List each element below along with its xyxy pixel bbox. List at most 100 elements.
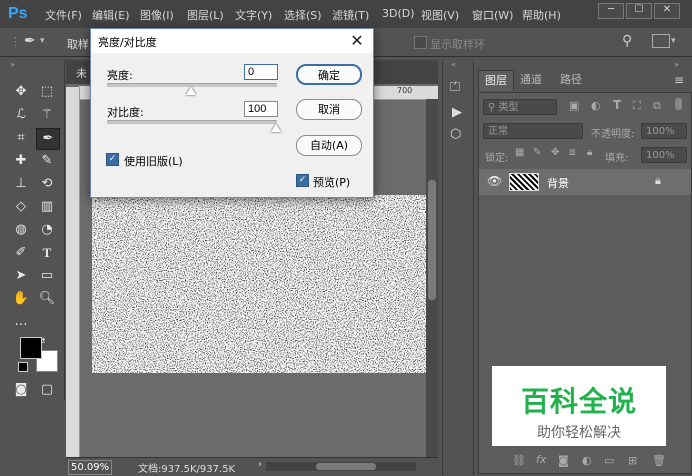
lock-transparent-icon[interactable]: ▦ bbox=[515, 147, 524, 158]
tool-preset-chevron-icon[interactable]: ▾ bbox=[40, 36, 45, 46]
collapse-layers-icon[interactable]: » bbox=[674, 60, 679, 69]
menu-layer[interactable]: 图层(L) bbox=[187, 7, 224, 23]
lock-position-icon[interactable]: ✥ bbox=[551, 147, 559, 158]
collapse-strip-icon[interactable]: « bbox=[451, 60, 456, 69]
preview-checkbox[interactable]: ✓ bbox=[296, 174, 309, 187]
path-selection-tool-icon[interactable]: ➤ bbox=[10, 266, 32, 286]
new-layer-icon[interactable]: ⊞ bbox=[628, 454, 637, 467]
menu-filter[interactable]: 滤镜(T) bbox=[332, 7, 369, 23]
contrast-slider-thumb[interactable] bbox=[271, 124, 281, 132]
preview-label[interactable]: 预览(P) bbox=[313, 174, 350, 190]
menu-type[interactable]: 文字(Y) bbox=[235, 7, 272, 23]
document-tab[interactable]: 未 bbox=[76, 65, 87, 81]
layer-kind-filter-select[interactable]: ⚲ 类型 bbox=[483, 99, 557, 115]
status-menu-arrow-icon[interactable]: › bbox=[258, 459, 262, 470]
restore-button[interactable]: ☐ bbox=[626, 3, 652, 19]
layer-row[interactable]: 👁︎ 背景 🔒︎ bbox=[479, 169, 691, 195]
fill-field[interactable]: 100% bbox=[641, 147, 687, 163]
history-panel-icon[interactable]: ⏍ bbox=[450, 80, 460, 95]
search-icon[interactable]: ⚲ bbox=[622, 33, 632, 49]
contrast-input[interactable] bbox=[244, 101, 278, 117]
menu-help[interactable]: 帮助(H) bbox=[522, 7, 561, 23]
tab-channels[interactable]: 通道 bbox=[514, 70, 548, 90]
menu-view[interactable]: 视图(V) bbox=[421, 7, 459, 23]
show-sampling-ring-checkbox[interactable] bbox=[414, 36, 427, 49]
new-group-icon[interactable]: ▭ bbox=[604, 454, 614, 467]
brush-tool-icon[interactable]: ✎ bbox=[36, 151, 58, 171]
link-layers-icon[interactable]: ⛓ bbox=[512, 454, 526, 467]
adjustment-filter-icon[interactable]: ◐ bbox=[591, 99, 601, 112]
zoom-tool-icon[interactable]: 🔍︎ bbox=[36, 289, 58, 309]
quick-mask-icon[interactable]: ◙ bbox=[10, 380, 32, 400]
dialog-close-icon[interactable]: ✕ bbox=[347, 31, 367, 50]
horizontal-scrollbar-thumb[interactable] bbox=[316, 463, 376, 470]
vertical-scrollbar-thumb[interactable] bbox=[428, 180, 436, 300]
menu-3d[interactable]: 3D(D) bbox=[382, 7, 415, 20]
layer-name[interactable]: 背景 bbox=[547, 175, 569, 191]
move-tool-icon[interactable]: ✥ bbox=[10, 82, 32, 102]
shape-filter-icon[interactable]: ⛶ bbox=[633, 99, 641, 113]
zoom-level-field[interactable]: 50.09% bbox=[68, 460, 112, 475]
tab-paths[interactable]: 路径 bbox=[554, 70, 588, 90]
hand-tool-icon[interactable]: ✋ bbox=[10, 289, 32, 309]
ok-button[interactable]: 确定 bbox=[296, 64, 362, 85]
lasso-tool-icon[interactable]: ℒ bbox=[10, 105, 32, 125]
contrast-slider-track[interactable] bbox=[107, 120, 277, 124]
workspace-chevron-icon[interactable]: ▾ bbox=[671, 36, 676, 46]
lock-image-icon[interactable]: ✎ bbox=[533, 147, 541, 158]
eyedropper-tool-icon[interactable]: ✒ bbox=[24, 33, 36, 49]
opacity-field[interactable]: 100% bbox=[641, 123, 687, 139]
collapse-panel-icon[interactable]: » bbox=[10, 60, 15, 69]
workspace-icon[interactable] bbox=[652, 34, 670, 48]
close-window-button[interactable]: ✕ bbox=[654, 3, 680, 19]
brightness-input[interactable] bbox=[244, 64, 278, 80]
legacy-checkbox[interactable]: ✓ bbox=[106, 153, 119, 166]
marquee-tool-icon[interactable]: ⬚ bbox=[36, 82, 58, 102]
legacy-label[interactable]: 使用旧版(L) bbox=[124, 153, 183, 169]
foreground-color-swatch[interactable] bbox=[20, 337, 42, 359]
smart-object-filter-icon[interactable]: ⧉ bbox=[653, 99, 661, 113]
delete-layer-icon[interactable]: 🗑︎ bbox=[652, 454, 666, 467]
type-filter-icon[interactable]: T bbox=[613, 98, 621, 112]
minimize-button[interactable]: ─ bbox=[598, 3, 624, 19]
blur-tool-icon[interactable]: ◍ bbox=[10, 220, 32, 240]
lock-all-icon[interactable]: 🔒︎ bbox=[587, 147, 592, 158]
history-brush-tool-icon[interactable]: ⟲ bbox=[36, 174, 58, 194]
rectangle-tool-icon[interactable]: ▭ bbox=[36, 266, 58, 286]
crop-tool-icon[interactable]: ⌗ bbox=[10, 128, 32, 148]
layer-style-fx-icon[interactable]: fx bbox=[536, 453, 546, 466]
layer-visibility-eye-icon[interactable]: 👁︎ bbox=[487, 174, 502, 188]
dodge-tool-icon[interactable]: ◔ bbox=[36, 220, 58, 240]
pixel-filter-icon[interactable]: ▣ bbox=[569, 99, 579, 112]
3d-panel-icon[interactable]: ⬡ bbox=[450, 127, 461, 142]
filter-toggle-switch[interactable] bbox=[675, 98, 682, 110]
eyedropper-tool-icon-active[interactable]: ✒ bbox=[36, 128, 60, 150]
lock-artboard-icon[interactable]: ⧈ bbox=[569, 147, 575, 158]
dialog-titlebar[interactable]: 亮度/对比度 ✕ bbox=[91, 29, 373, 53]
tab-layers[interactable]: 图层 bbox=[478, 70, 514, 91]
more-tools-icon[interactable]: … bbox=[10, 312, 32, 332]
panel-menu-icon[interactable]: ≡ bbox=[674, 73, 684, 87]
menu-select[interactable]: 选择(S) bbox=[284, 7, 322, 23]
add-mask-icon[interactable]: ◙ bbox=[558, 454, 569, 467]
blend-mode-select[interactable]: 正常 bbox=[483, 123, 583, 139]
menu-file[interactable]: 文件(F) bbox=[45, 7, 82, 23]
menu-edit[interactable]: 编辑(E) bbox=[92, 7, 130, 23]
pen-tool-icon[interactable]: ✐ bbox=[10, 243, 32, 263]
brightness-slider-thumb[interactable] bbox=[186, 87, 196, 95]
actions-play-icon[interactable]: ▶ bbox=[452, 105, 462, 120]
menu-window[interactable]: 窗口(W) bbox=[472, 7, 513, 23]
auto-button[interactable]: 自动(A) bbox=[296, 135, 362, 156]
document-canvas-noise-image[interactable] bbox=[92, 195, 426, 373]
magic-wand-tool-icon[interactable]: ⚚ bbox=[36, 105, 58, 125]
screen-mode-icon[interactable]: ▢ bbox=[36, 380, 58, 400]
adjustment-layer-icon[interactable]: ◐ bbox=[582, 454, 592, 467]
eraser-tool-icon[interactable]: ◇ bbox=[10, 197, 32, 217]
healing-brush-tool-icon[interactable]: ✚ bbox=[10, 151, 32, 171]
menu-image[interactable]: 图像(I) bbox=[140, 7, 174, 23]
default-colors-icon[interactable] bbox=[18, 362, 28, 372]
clone-stamp-tool-icon[interactable]: ⊥ bbox=[10, 174, 32, 194]
type-tool-icon[interactable]: T bbox=[36, 243, 58, 263]
cancel-button[interactable]: 取消 bbox=[296, 99, 362, 120]
gradient-tool-icon[interactable]: ▥ bbox=[36, 197, 58, 217]
